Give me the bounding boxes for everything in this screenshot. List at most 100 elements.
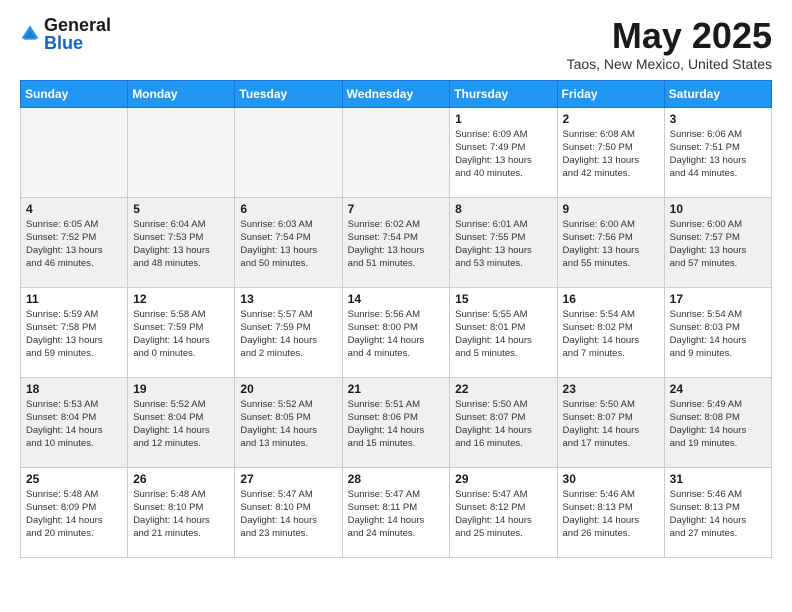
day-info: Sunrise: 5:46 AM Sunset: 8:13 PM Dayligh…	[670, 488, 766, 541]
day-info: Sunrise: 6:08 AM Sunset: 7:50 PM Dayligh…	[563, 128, 659, 181]
day-number: 14	[348, 292, 445, 306]
calendar-day-cell: 24 Sunrise: 5:49 AM Sunset: 8:08 PM Dayli…	[664, 377, 771, 467]
day-info: Sunrise: 5:54 AM Sunset: 8:03 PM Dayligh…	[670, 308, 766, 361]
calendar-day-cell: 26Sunrise: 5:48 AM Sunset: 8:10 PM Dayli…	[128, 467, 235, 557]
day-number: 21	[348, 382, 445, 396]
calendar-day-cell: 9Sunrise: 6:00 AM Sunset: 7:56 PM Daylig…	[557, 197, 664, 287]
logo-blue-text: Blue	[44, 34, 111, 52]
day-number: 11	[26, 292, 122, 306]
day-number: 26	[133, 472, 229, 486]
day-info: Sunrise: 6:09 AM Sunset: 7:49 PM Dayligh…	[455, 128, 551, 181]
calendar-day-cell	[128, 107, 235, 197]
calendar-day-cell: 25Sunrise: 5:48 AM Sunset: 8:09 PM Dayli…	[21, 467, 128, 557]
day-info: Sunrise: 5:52 AM Sunset: 8:04 PM Dayligh…	[133, 398, 229, 451]
calendar-week-row: 4 Sunrise: 6:05 AM Sunset: 7:52 PM Daylig…	[21, 197, 772, 287]
weekday-header-row: SundayMondayTuesdayWednesdayThursdayFrid…	[21, 80, 772, 107]
weekday-header-saturday: Saturday	[664, 80, 771, 107]
day-number: 8	[455, 202, 551, 216]
day-number: 27	[240, 472, 336, 486]
weekday-header-tuesday: Tuesday	[235, 80, 342, 107]
day-number: 17	[670, 292, 766, 306]
calendar-day-cell: 19 Sunrise: 5:52 AM Sunset: 8:04 PM Dayli…	[128, 377, 235, 467]
day-number: 2	[563, 112, 659, 126]
calendar-day-cell: 12 Sunrise: 5:58 AM Sunset: 7:59 PM Dayli…	[128, 287, 235, 377]
day-number: 25	[26, 472, 122, 486]
day-number: 31	[670, 472, 766, 486]
day-number: 18	[26, 382, 122, 396]
page-header: General Blue May 2025 Taos, New Mexico, …	[20, 16, 772, 72]
calendar-day-cell: 28Sunrise: 5:47 AM Sunset: 8:11 PM Dayli…	[342, 467, 450, 557]
logo: General Blue	[20, 16, 111, 52]
day-number: 22	[455, 382, 551, 396]
calendar-day-cell: 21 Sunrise: 5:51 AM Sunset: 8:06 PM Dayli…	[342, 377, 450, 467]
day-info: Sunrise: 5:50 AM Sunset: 8:07 PM Dayligh…	[563, 398, 659, 451]
calendar-week-row: 1Sunrise: 6:09 AM Sunset: 7:49 PM Daylig…	[21, 107, 772, 197]
weekday-header-monday: Monday	[128, 80, 235, 107]
calendar-day-cell: 15 Sunrise: 5:55 AM Sunset: 8:01 PM Dayli…	[450, 287, 557, 377]
location-text: Taos, New Mexico, United States	[567, 56, 772, 72]
calendar-day-cell: 18 Sunrise: 5:53 AM Sunset: 8:04 PM Dayli…	[21, 377, 128, 467]
calendar-day-cell: 20Sunrise: 5:52 AM Sunset: 8:05 PM Dayli…	[235, 377, 342, 467]
day-info: Sunrise: 5:46 AM Sunset: 8:13 PM Dayligh…	[563, 488, 659, 541]
calendar-day-cell	[342, 107, 450, 197]
logo-icon	[20, 24, 40, 44]
day-info: Sunrise: 6:00 AM Sunset: 7:57 PM Dayligh…	[670, 218, 766, 271]
calendar-day-cell: 6Sunrise: 6:03 AM Sunset: 7:54 PM Daylig…	[235, 197, 342, 287]
day-number: 16	[563, 292, 659, 306]
calendar-day-cell: 4 Sunrise: 6:05 AM Sunset: 7:52 PM Daylig…	[21, 197, 128, 287]
day-number: 30	[563, 472, 659, 486]
day-number: 12	[133, 292, 229, 306]
logo-text: General Blue	[44, 16, 111, 52]
day-info: Sunrise: 6:05 AM Sunset: 7:52 PM Dayligh…	[26, 218, 122, 271]
day-number: 15	[455, 292, 551, 306]
calendar-day-cell: 8Sunrise: 6:01 AM Sunset: 7:55 PM Daylig…	[450, 197, 557, 287]
calendar-day-cell: 10 Sunrise: 6:00 AM Sunset: 7:57 PM Dayli…	[664, 197, 771, 287]
page-container: General Blue May 2025 Taos, New Mexico, …	[20, 16, 772, 558]
day-number: 24	[670, 382, 766, 396]
calendar-day-cell: 30 Sunrise: 5:46 AM Sunset: 8:13 PM Dayli…	[557, 467, 664, 557]
day-info: Sunrise: 6:04 AM Sunset: 7:53 PM Dayligh…	[133, 218, 229, 271]
day-info: Sunrise: 5:49 AM Sunset: 8:08 PM Dayligh…	[670, 398, 766, 451]
day-info: Sunrise: 6:03 AM Sunset: 7:54 PM Dayligh…	[240, 218, 336, 271]
day-info: Sunrise: 5:51 AM Sunset: 8:06 PM Dayligh…	[348, 398, 445, 451]
calendar-day-cell: 14 Sunrise: 5:56 AM Sunset: 8:00 PM Dayli…	[342, 287, 450, 377]
day-number: 28	[348, 472, 445, 486]
day-number: 23	[563, 382, 659, 396]
calendar-day-cell: 2 Sunrise: 6:08 AM Sunset: 7:50 PM Daylig…	[557, 107, 664, 197]
day-number: 20	[240, 382, 336, 396]
day-number: 7	[348, 202, 445, 216]
day-number: 3	[670, 112, 766, 126]
calendar-day-cell: 3Sunrise: 6:06 AM Sunset: 7:51 PM Daylig…	[664, 107, 771, 197]
calendar-day-cell: 13 Sunrise: 5:57 AM Sunset: 7:59 PM Dayli…	[235, 287, 342, 377]
day-info: Sunrise: 5:56 AM Sunset: 8:00 PM Dayligh…	[348, 308, 445, 361]
calendar-table: SundayMondayTuesdayWednesdayThursdayFrid…	[20, 80, 772, 558]
day-info: Sunrise: 5:58 AM Sunset: 7:59 PM Dayligh…	[133, 308, 229, 361]
day-number: 9	[563, 202, 659, 216]
day-info: Sunrise: 5:47 AM Sunset: 8:10 PM Dayligh…	[240, 488, 336, 541]
calendar-week-row: 18 Sunrise: 5:53 AM Sunset: 8:04 PM Dayli…	[21, 377, 772, 467]
day-number: 10	[670, 202, 766, 216]
calendar-day-cell: 7 Sunrise: 6:02 AM Sunset: 7:54 PM Daylig…	[342, 197, 450, 287]
day-info: Sunrise: 5:47 AM Sunset: 8:12 PM Dayligh…	[455, 488, 551, 541]
calendar-day-cell: 11 Sunrise: 5:59 AM Sunset: 7:58 PM Dayli…	[21, 287, 128, 377]
calendar-day-cell: 29Sunrise: 5:47 AM Sunset: 8:12 PM Dayli…	[450, 467, 557, 557]
day-number: 13	[240, 292, 336, 306]
weekday-header-sunday: Sunday	[21, 80, 128, 107]
calendar-day-cell: 16 Sunrise: 5:54 AM Sunset: 8:02 PM Dayli…	[557, 287, 664, 377]
day-info: Sunrise: 5:59 AM Sunset: 7:58 PM Dayligh…	[26, 308, 122, 361]
calendar-day-cell: 5 Sunrise: 6:04 AM Sunset: 7:53 PM Daylig…	[128, 197, 235, 287]
calendar-day-cell: 31 Sunrise: 5:46 AM Sunset: 8:13 PM Dayli…	[664, 467, 771, 557]
logo-general-text: General	[44, 16, 111, 34]
day-info: Sunrise: 5:54 AM Sunset: 8:02 PM Dayligh…	[563, 308, 659, 361]
title-block: May 2025 Taos, New Mexico, United States	[567, 16, 772, 72]
day-info: Sunrise: 6:02 AM Sunset: 7:54 PM Dayligh…	[348, 218, 445, 271]
day-info: Sunrise: 5:53 AM Sunset: 8:04 PM Dayligh…	[26, 398, 122, 451]
day-number: 4	[26, 202, 122, 216]
day-number: 19	[133, 382, 229, 396]
month-title: May 2025	[567, 16, 772, 56]
day-info: Sunrise: 5:57 AM Sunset: 7:59 PM Dayligh…	[240, 308, 336, 361]
weekday-header-wednesday: Wednesday	[342, 80, 450, 107]
day-info: Sunrise: 5:55 AM Sunset: 8:01 PM Dayligh…	[455, 308, 551, 361]
day-number: 5	[133, 202, 229, 216]
calendar-day-cell: 1Sunrise: 6:09 AM Sunset: 7:49 PM Daylig…	[450, 107, 557, 197]
